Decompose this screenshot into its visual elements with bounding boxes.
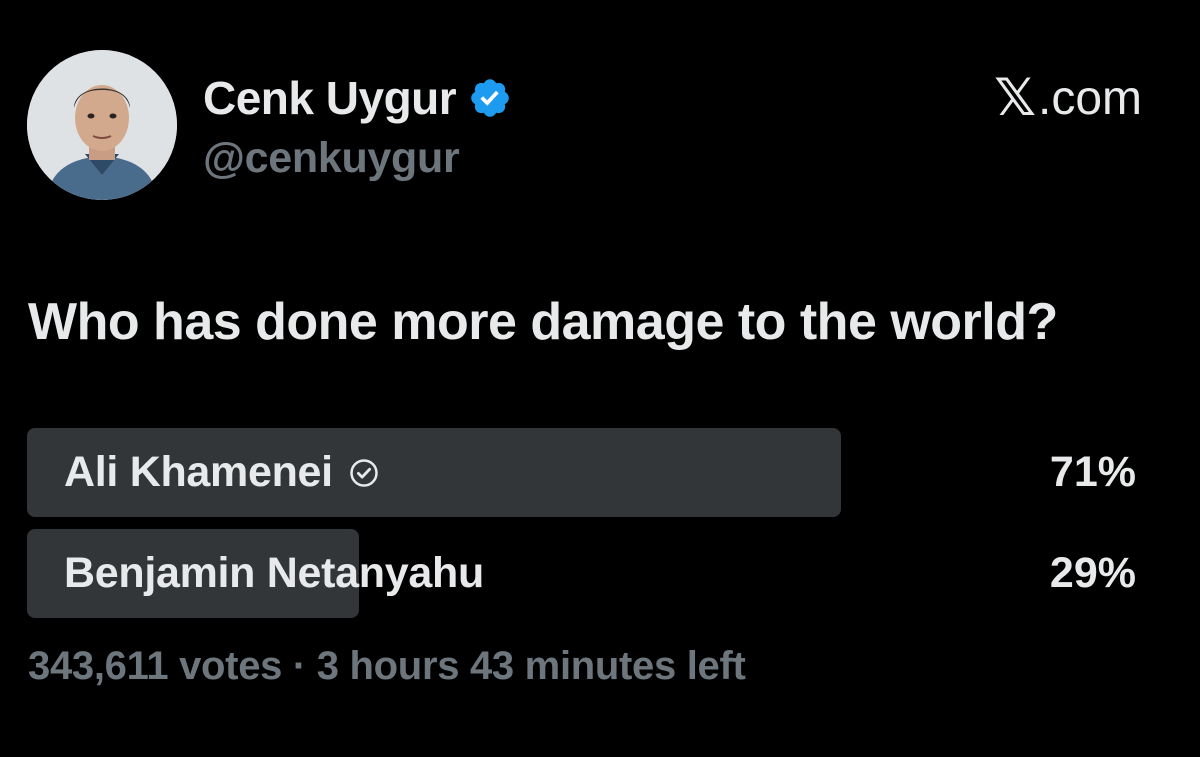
poll-option-label: Benjamin Netanyahu xyxy=(64,549,484,597)
poll-time-left: 3 hours 43 minutes left xyxy=(316,644,746,688)
avatar[interactable] xyxy=(27,50,177,200)
poll-option-percent: 71% xyxy=(1049,448,1136,496)
meta-separator: · xyxy=(292,644,306,688)
poll-option[interactable]: Benjamin Netanyahu 29% xyxy=(27,529,1140,618)
poll-option-label-row: Benjamin Netanyahu xyxy=(64,529,484,618)
poll: Ali Khamenei 71% Benjamin Netanyahu 29% xyxy=(27,428,1140,630)
author-display-name[interactable]: Cenk Uygur xyxy=(203,71,457,125)
poll-meta: 343,611 votes · 3 hours 43 minutes left xyxy=(28,644,746,689)
poll-question: Who has done more damage to the world? xyxy=(28,293,1058,351)
brand-label: .com xyxy=(1037,71,1142,125)
avatar-image xyxy=(27,50,177,200)
poll-option-label: Ali Khamenei xyxy=(64,448,333,496)
poll-vote-count: 343,611 votes xyxy=(28,644,283,688)
poll-option-label-row: Ali Khamenei xyxy=(64,428,379,517)
author-name-row: Cenk Uygur xyxy=(203,70,512,126)
author-handle[interactable]: @cenkuygur xyxy=(203,134,460,183)
verified-badge-icon xyxy=(471,79,509,117)
poll-option-percent: 29% xyxy=(1049,549,1136,597)
selected-check-icon xyxy=(350,458,378,487)
x-logo-icon: 𝕏 xyxy=(994,68,1036,128)
poll-option[interactable]: Ali Khamenei 71% xyxy=(27,428,1140,517)
brand-watermark: 𝕏 .com xyxy=(994,68,1142,128)
